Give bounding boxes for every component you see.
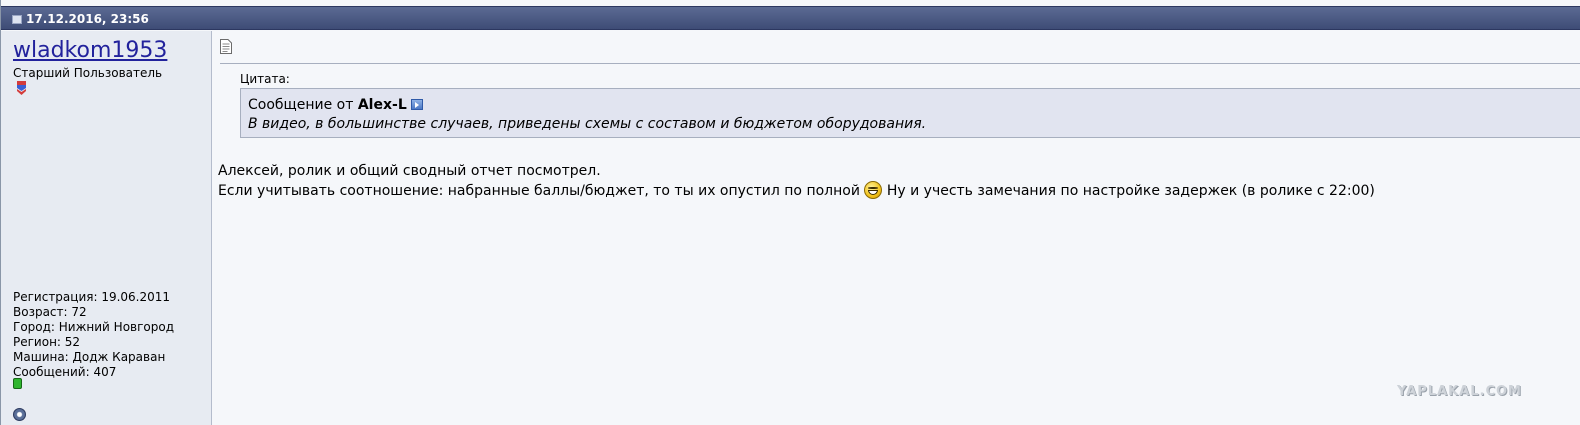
post-body-text: Ну и учесть замечания по настройке задер… bbox=[886, 183, 1375, 199]
laughing-smiley-icon bbox=[864, 181, 883, 199]
quote-source: Сообщение от Alex-L bbox=[248, 97, 423, 113]
user-age: Возраст: 72 bbox=[13, 305, 87, 319]
quote-author: Alex-L bbox=[357, 97, 407, 113]
post-body-text: Если учитывать соотношение: набранные ба… bbox=[218, 183, 860, 199]
quote-label: Цитата: bbox=[240, 72, 290, 86]
user-registration: Регистрация: 19.06.2011 bbox=[13, 290, 171, 304]
watermark: YAPLAKAL.COM bbox=[1397, 384, 1522, 399]
online-status-icon bbox=[13, 378, 22, 389]
quote-text: В видео, в большинстве случаев, приведен… bbox=[248, 116, 927, 132]
user-info: Регистрация: 19.06.2011 Возраст: 72 Горо… bbox=[13, 290, 174, 380]
post-body-line: Если учитывать соотношение: набранные ба… bbox=[218, 181, 1375, 201]
user-panel: wladkom1953 Старший Пользователь Регистр… bbox=[1, 31, 212, 425]
profile-icon[interactable] bbox=[13, 408, 26, 421]
user-post-count: Сообщений: 407 bbox=[13, 365, 117, 379]
user-city: Город: Нижний Новгород bbox=[13, 320, 175, 334]
content-separator bbox=[220, 63, 1580, 64]
username-link[interactable]: wladkom1953 bbox=[13, 38, 167, 64]
post-header: 17.12.2016, 23:56 bbox=[1, 6, 1580, 30]
user-title: Старший Пользователь bbox=[13, 66, 163, 80]
post-icon bbox=[12, 15, 22, 24]
rank-chevron-icon bbox=[17, 81, 26, 95]
post-body-line: Алексей, ролик и общий сводный отчет пос… bbox=[218, 163, 601, 179]
quote-from-prefix: Сообщение от bbox=[248, 97, 354, 113]
post-date: 17.12.2016, 23:56 bbox=[26, 12, 149, 26]
post-body: Алексей, ролик и общий сводный отчет пос… bbox=[218, 162, 1375, 201]
user-car: Машина: Додж Караван bbox=[13, 350, 166, 364]
forum-post: 17.12.2016, 23:56 wladkom1953 Старший По… bbox=[0, 0, 1580, 425]
arrow-right-icon[interactable] bbox=[410, 99, 423, 110]
user-region: Регион: 52 bbox=[13, 335, 81, 349]
quote-block: Сообщение от Alex-L В видео, в большинст… bbox=[240, 88, 1580, 138]
document-icon bbox=[220, 39, 232, 54]
post-content: Цитата: Сообщение от Alex-L В видео, в б… bbox=[212, 31, 1580, 425]
